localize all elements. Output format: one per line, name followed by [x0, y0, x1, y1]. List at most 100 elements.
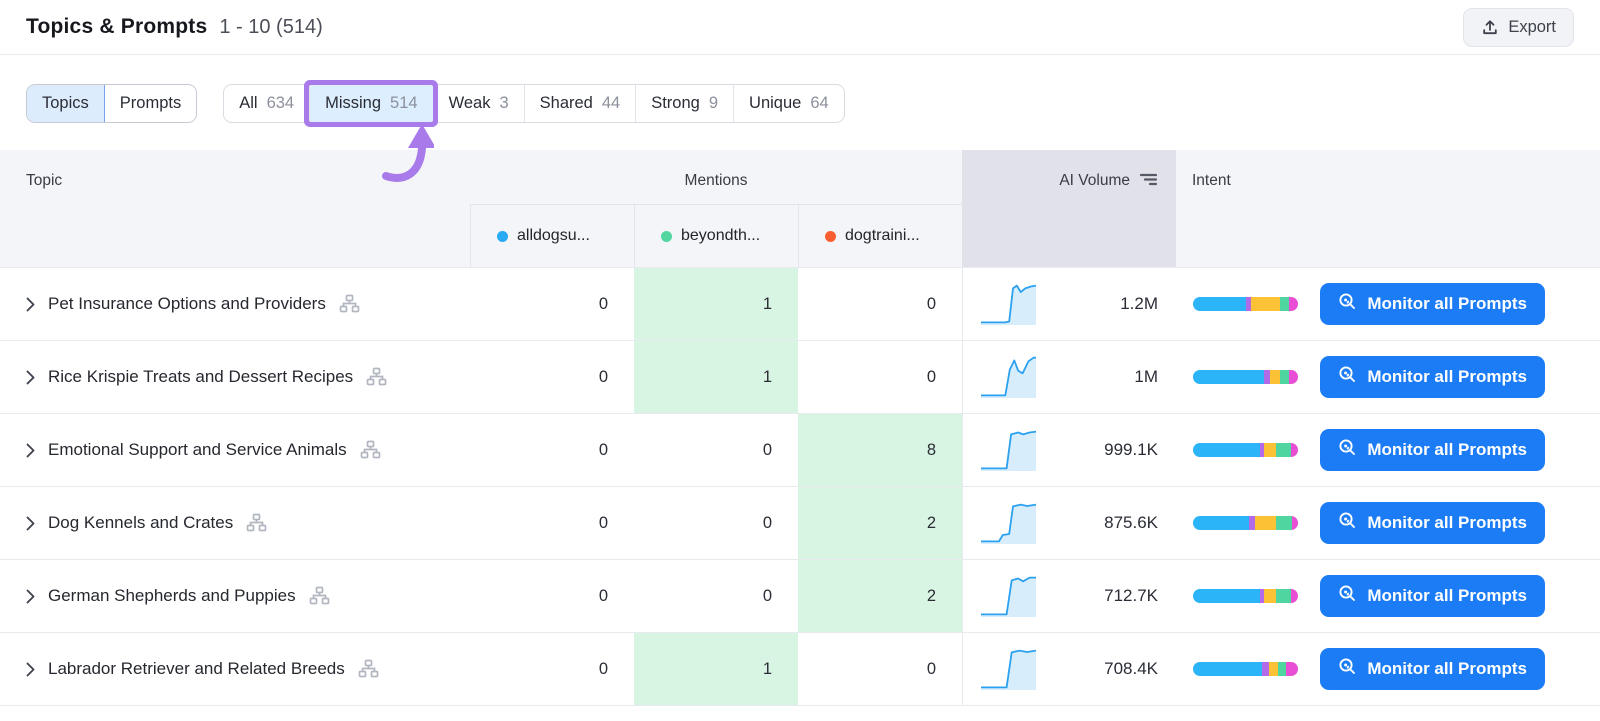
- mentions-cell: 0: [598, 659, 608, 678]
- mentions-cell: 0: [598, 367, 608, 386]
- ai-volume-sparkline: [981, 649, 1037, 690]
- monitor-icon: [1338, 584, 1357, 608]
- expand-chevron-icon[interactable]: [26, 589, 35, 604]
- filter-count: 3: [499, 94, 509, 112]
- intent-bar: [1193, 589, 1298, 603]
- topic-name: Rice Krispie Treats and Dessert Recipes: [48, 367, 354, 386]
- topic-name: Dog Kennels and Crates: [48, 513, 234, 532]
- mentions-cell: 0: [762, 513, 772, 532]
- competitor-column-header[interactable]: dogtraini...: [798, 205, 962, 267]
- topics-table: Topic Mentions alldogsu... beyondth... d…: [0, 150, 1600, 706]
- topic-hierarchy-icon[interactable]: [309, 586, 330, 606]
- monitor-icon: [1338, 365, 1357, 389]
- filter-bar: Topics Prompts All 634 Missing 514 Weak …: [26, 84, 1574, 123]
- mentions-cell: 0: [926, 659, 936, 678]
- competitor-name: beyondth...: [681, 227, 761, 244]
- topic-name: Emotional Support and Service Animals: [48, 440, 347, 459]
- mentions-cell: 8: [798, 414, 962, 486]
- table-row[interactable]: Rice Krispie Treats and Dessert Recipes …: [0, 341, 1600, 414]
- mentions-cell: 0: [762, 586, 772, 605]
- table-header: Topic Mentions alldogsu... beyondth... d…: [0, 150, 1600, 268]
- sort-descending-icon: [1139, 172, 1158, 192]
- table-row[interactable]: Dog Kennels and Crates 0 0 2 875.6K Moni…: [0, 487, 1600, 560]
- ai-volume-sparkline: [981, 356, 1036, 398]
- expand-chevron-icon[interactable]: [26, 370, 35, 385]
- table-row[interactable]: Pet Insurance Options and Providers 0 1 …: [0, 268, 1600, 341]
- topic-hierarchy-icon[interactable]: [366, 367, 387, 387]
- filter-label: Missing: [325, 94, 382, 112]
- filter-chip-all[interactable]: All 634: [224, 85, 310, 122]
- intent-bar: [1193, 370, 1298, 384]
- expand-chevron-icon[interactable]: [26, 516, 35, 531]
- column-header-topic: Topic: [26, 172, 63, 189]
- filter-count: 514: [390, 94, 418, 112]
- monitor-all-prompts-button[interactable]: Monitor all Prompts: [1320, 429, 1545, 471]
- monitor-all-prompts-button[interactable]: Monitor all Prompts: [1320, 502, 1545, 544]
- column-header-mentions: Mentions alldogsu... beyondth... dogtrai…: [470, 150, 962, 267]
- monitor-all-prompts-button[interactable]: Monitor all Prompts: [1320, 283, 1545, 325]
- ai-volume-cell: 1.2M: [962, 268, 1176, 340]
- topic-hierarchy-icon[interactable]: [246, 513, 267, 533]
- intent-bar: [1193, 516, 1298, 530]
- mentions-cell: 0: [926, 367, 936, 386]
- monitor-all-prompts-button[interactable]: Monitor all Prompts: [1320, 356, 1545, 398]
- intent-bar: [1193, 297, 1298, 311]
- monitor-icon: [1338, 292, 1357, 316]
- intent-cell: Monitor all Prompts: [1176, 560, 1600, 632]
- filter-label: Weak: [448, 94, 491, 112]
- expand-chevron-icon[interactable]: [26, 662, 35, 677]
- filter-chip-weak[interactable]: Weak 3: [432, 85, 524, 122]
- filter-chip-strong[interactable]: Strong 9: [635, 85, 734, 122]
- topics-prompts-toggle: Topics Prompts: [26, 84, 198, 123]
- filter-chip-unique[interactable]: Unique 64: [733, 85, 844, 122]
- monitor-all-prompts-button[interactable]: Monitor all Prompts: [1320, 575, 1545, 617]
- toggle-topics[interactable]: Topics: [27, 85, 105, 122]
- filter-chip-missing[interactable]: Missing 514: [309, 85, 433, 122]
- ai-volume-value: 1.2M: [1120, 294, 1158, 313]
- expand-chevron-icon[interactable]: [26, 297, 35, 312]
- expand-chevron-icon[interactable]: [26, 443, 35, 458]
- monitor-icon: [1338, 438, 1357, 462]
- column-header-intent: Intent: [1192, 172, 1231, 189]
- mentions-cell: 0: [926, 294, 936, 313]
- filter-count: 44: [601, 94, 621, 112]
- competitor-color-dot: [825, 230, 836, 242]
- competitor-column-header[interactable]: alldogsu...: [470, 205, 634, 267]
- export-label: Export: [1508, 17, 1556, 36]
- table-body: Pet Insurance Options and Providers 0 1 …: [0, 268, 1600, 706]
- ai-volume-cell: 708.4K: [962, 633, 1176, 705]
- table-row[interactable]: Labrador Retriever and Related Breeds 0 …: [0, 633, 1600, 706]
- table-row[interactable]: German Shepherds and Puppies 0 0 2 712.7…: [0, 560, 1600, 633]
- mentions-cell: 0: [762, 440, 772, 459]
- mentions-cell: 0: [598, 513, 608, 532]
- toggle-prompts[interactable]: Prompts: [104, 85, 197, 122]
- ai-volume-cell: 875.6K: [962, 487, 1176, 559]
- export-button[interactable]: Export: [1463, 7, 1574, 47]
- mentions-cell: 0: [598, 440, 608, 459]
- filter-count: 64: [810, 94, 829, 112]
- export-icon: [1481, 18, 1499, 36]
- ai-volume-sparkline: [981, 284, 1037, 325]
- filter-count: 9: [708, 94, 719, 112]
- topic-hierarchy-icon[interactable]: [358, 659, 379, 679]
- monitor-icon: [1338, 657, 1357, 681]
- mentions-cell: 1: [634, 633, 798, 705]
- topic-hierarchy-icon[interactable]: [339, 294, 360, 314]
- page-header: Topics & Prompts 1 - 10 (514) Export: [0, 0, 1600, 55]
- ai-volume-value: 999.1K: [1104, 440, 1158, 459]
- competitor-column-header[interactable]: beyondth...: [634, 205, 798, 267]
- filter-chip-shared[interactable]: Shared 44: [523, 85, 636, 122]
- column-header-ai-volume[interactable]: AI Volume: [962, 150, 1176, 267]
- mentions-cell: 0: [598, 586, 608, 605]
- topic-hierarchy-icon[interactable]: [360, 440, 381, 460]
- ai-volume-sparkline: [981, 430, 1037, 471]
- ai-volume-value: 708.4K: [1104, 659, 1158, 678]
- ai-volume-value: 875.6K: [1104, 513, 1158, 532]
- intent-cell: Monitor all Prompts: [1176, 633, 1600, 705]
- monitor-all-prompts-button[interactable]: Monitor all Prompts: [1320, 648, 1545, 690]
- ai-volume-cell: 1M: [962, 341, 1176, 413]
- intent-cell: Monitor all Prompts: [1176, 414, 1600, 486]
- filter-label: Strong: [651, 94, 700, 112]
- table-row[interactable]: Emotional Support and Service Animals 0 …: [0, 414, 1600, 487]
- ai-volume-value: 712.7K: [1104, 586, 1158, 605]
